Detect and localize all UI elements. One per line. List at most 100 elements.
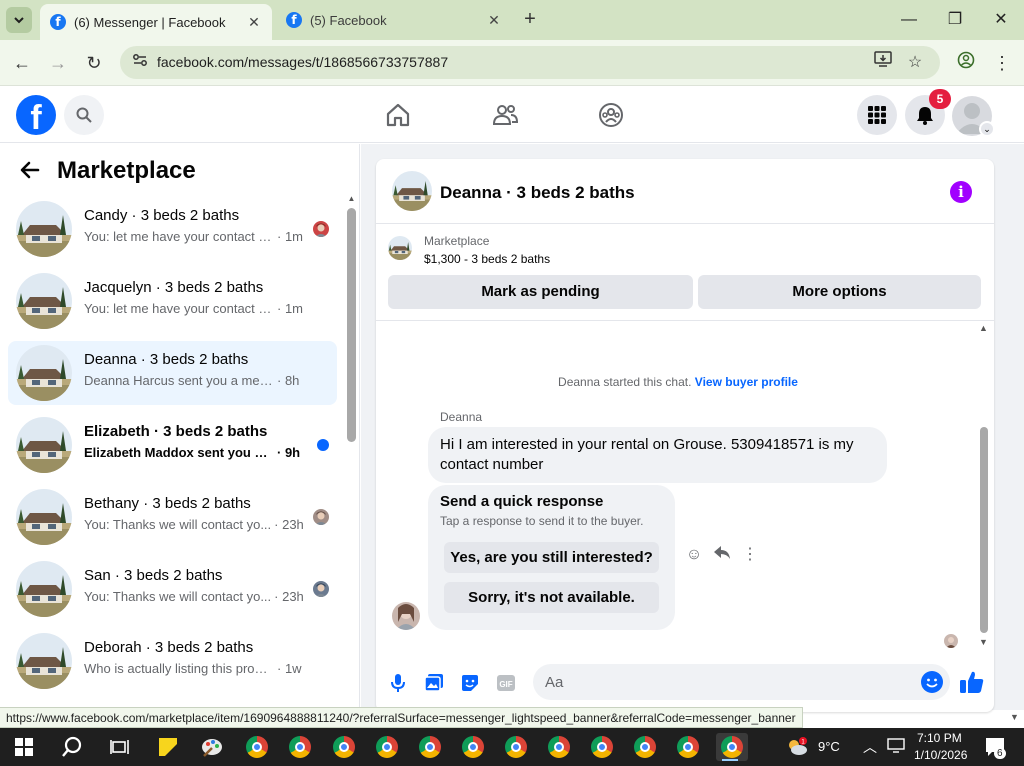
chrome-taskbar-icon[interactable] — [674, 733, 702, 761]
conversation-name: Elizabeth · 3 beds 2 baths — [84, 423, 268, 440]
emoji-icon[interactable] — [921, 671, 943, 693]
profile-account-icon[interactable] — [954, 51, 978, 75]
listing-price-title[interactable]: $1,300 - 3 beds 2 baths — [424, 252, 550, 266]
sticker-icon[interactable] — [458, 671, 482, 695]
conversation-item[interactable]: Jacquelyn · 3 beds 2 baths You: let me ha… — [8, 269, 337, 333]
chat-scrollbar[interactable] — [980, 427, 988, 633]
chrome-taskbar-icon[interactable] — [545, 733, 573, 761]
listing-thumbnail[interactable] — [392, 171, 432, 211]
clock-time[interactable]: 7:10 PM — [917, 731, 962, 745]
menu-grid-button[interactable] — [857, 95, 897, 135]
chrome-taskbar-icon-active[interactable] — [716, 733, 748, 761]
chrome-taskbar-icon[interactable] — [373, 733, 401, 761]
tray-expand-icon[interactable]: ︿ — [860, 737, 880, 757]
chrome-taskbar-icon[interactable] — [588, 733, 616, 761]
view-buyer-profile-link[interactable]: View buyer profile — [695, 375, 798, 389]
tab-messenger[interactable]: f (6) Messenger | Facebook ✕ — [40, 4, 272, 40]
react-emoji-icon[interactable]: ☺ — [684, 545, 704, 565]
close-window-icon[interactable]: ✕ — [986, 8, 1016, 32]
minimize-icon[interactable]: — — [894, 8, 924, 32]
conversations-scrollbar[interactable] — [347, 208, 356, 442]
clock-date[interactable]: 1/10/2026 — [914, 748, 967, 762]
info-icon[interactable]: i — [950, 181, 972, 203]
more-options-button[interactable]: More options — [698, 275, 981, 309]
windows-start-icon[interactable] — [10, 733, 38, 761]
back-arrow-icon[interactable] — [18, 158, 46, 186]
message-bubble[interactable]: Hi I am interested in your rental on Gro… — [428, 427, 887, 483]
thumbs-up-icon[interactable] — [959, 669, 985, 695]
task-view-icon[interactable] — [106, 733, 134, 761]
address-bar[interactable]: facebook.com/messages/t/1868566733757887… — [120, 46, 940, 79]
listing-thumbnail — [16, 345, 72, 401]
network-icon[interactable] — [886, 737, 906, 757]
tab-facebook[interactable]: f (5) Facebook ✕ — [276, 4, 512, 36]
conversation-item[interactable]: Candy · 3 beds 2 baths You: let me have y… — [8, 197, 337, 261]
chat-title[interactable]: Deanna · 3 beds 2 baths — [440, 183, 635, 203]
chrome-taskbar-icon[interactable] — [286, 733, 314, 761]
search-icon[interactable] — [58, 733, 86, 761]
conversation-item[interactable]: Bethany · 3 beds 2 baths You: Thanks we w… — [8, 485, 337, 549]
url-text: facebook.com/messages/t/1868566733757887 — [157, 54, 449, 70]
reply-icon[interactable] — [712, 545, 732, 565]
more-actions-icon[interactable]: ⋮ — [740, 545, 760, 565]
microphone-icon[interactable] — [386, 671, 410, 695]
site-info-icon[interactable] — [128, 51, 152, 75]
bell-icon — [917, 107, 933, 125]
conversation-name: Jacquelyn · 3 beds 2 baths — [84, 279, 264, 296]
conversation-item[interactable]: Elizabeth · 3 beds 2 baths Elizabeth Madd… — [8, 413, 337, 477]
browser-tab-strip: f (6) Messenger | Facebook ✕ f (5) Faceb… — [0, 0, 1024, 40]
search-icon — [76, 107, 92, 123]
message-input[interactable] — [533, 664, 950, 700]
preview-text: You: let me have your contact n... — [84, 229, 274, 244]
conversation-item[interactable]: San · 3 beds 2 baths You: Thanks we will … — [8, 557, 337, 621]
scroll-up-arrow-icon[interactable]: ▲ — [347, 194, 356, 204]
tab-close-icon[interactable]: ✕ — [244, 14, 264, 31]
sticky-notes-icon[interactable] — [154, 733, 182, 761]
conversation-item[interactable]: Deanna · 3 beds 2 baths Deanna Harcus sen… — [8, 341, 337, 405]
facebook-header: f — [0, 87, 1024, 143]
windows-taskbar: 1 9°C ︿ 7:10 PM 1/10/2026 6 — [0, 728, 1024, 766]
page-scroll-down-icon[interactable]: ▼ — [1010, 712, 1019, 722]
weather-temp[interactable]: 9°C — [818, 739, 840, 754]
tab-close-icon[interactable]: ✕ — [484, 12, 504, 29]
conversation-item[interactable]: Deborah · 3 beds 2 baths Who is actually … — [8, 629, 337, 693]
install-app-icon[interactable] — [871, 51, 895, 75]
listing-thumbnail — [16, 633, 72, 689]
listing-thumbnail — [16, 489, 72, 545]
browser-menu-icon[interactable]: ⋮ — [990, 51, 1014, 75]
chat-scroll-down-icon[interactable]: ▼ — [979, 637, 988, 647]
listing-thumbnail — [16, 417, 72, 473]
conversation-preview: You: Thanks we will contact yo... · 23h — [84, 589, 304, 604]
sender-avatar[interactable] — [392, 602, 420, 630]
photo-icon[interactable] — [422, 671, 446, 695]
chrome-taskbar-icon[interactable] — [416, 733, 444, 761]
quick-reply-still-interested-button[interactable]: Yes, are you still interested? — [444, 542, 659, 573]
home-icon[interactable] — [384, 101, 412, 129]
listing-small-thumbnail[interactable] — [388, 236, 412, 260]
reload-icon[interactable]: ↻ — [82, 51, 106, 75]
tab-search-button[interactable] — [6, 7, 32, 33]
chrome-taskbar-icon[interactable] — [330, 733, 358, 761]
facebook-logo[interactable]: f — [16, 95, 56, 137]
bookmark-star-icon[interactable]: ☆ — [903, 51, 927, 75]
paint-icon[interactable] — [198, 733, 226, 761]
svg-text:GIF: GIF — [499, 680, 512, 689]
chrome-taskbar-icon[interactable] — [631, 733, 659, 761]
chrome-taskbar-icon[interactable] — [459, 733, 487, 761]
mark-as-pending-button[interactable]: Mark as pending — [388, 275, 693, 309]
new-tab-plus-icon[interactable]: + — [518, 8, 542, 32]
friends-icon[interactable] — [491, 101, 519, 129]
quick-reply-not-available-button[interactable]: Sorry, it's not available. — [444, 582, 659, 613]
search-button[interactable] — [64, 95, 104, 135]
gif-icon[interactable]: GIF — [494, 671, 518, 695]
conversation-preview: You: let me have your contact num... · 1m — [84, 301, 303, 316]
restore-icon[interactable]: ❐ — [940, 8, 970, 32]
chrome-taskbar-icon[interactable] — [502, 733, 530, 761]
chrome-taskbar-icon[interactable] — [243, 733, 271, 761]
weather-icon[interactable]: 1 — [786, 737, 807, 757]
groups-icon[interactable] — [597, 101, 625, 129]
chat-scroll-up-icon[interactable]: ▲ — [979, 323, 988, 333]
back-icon[interactable]: ← — [10, 51, 34, 75]
forward-icon[interactable]: → — [46, 51, 70, 75]
account-chevron-icon[interactable]: ⌄ — [979, 121, 995, 137]
